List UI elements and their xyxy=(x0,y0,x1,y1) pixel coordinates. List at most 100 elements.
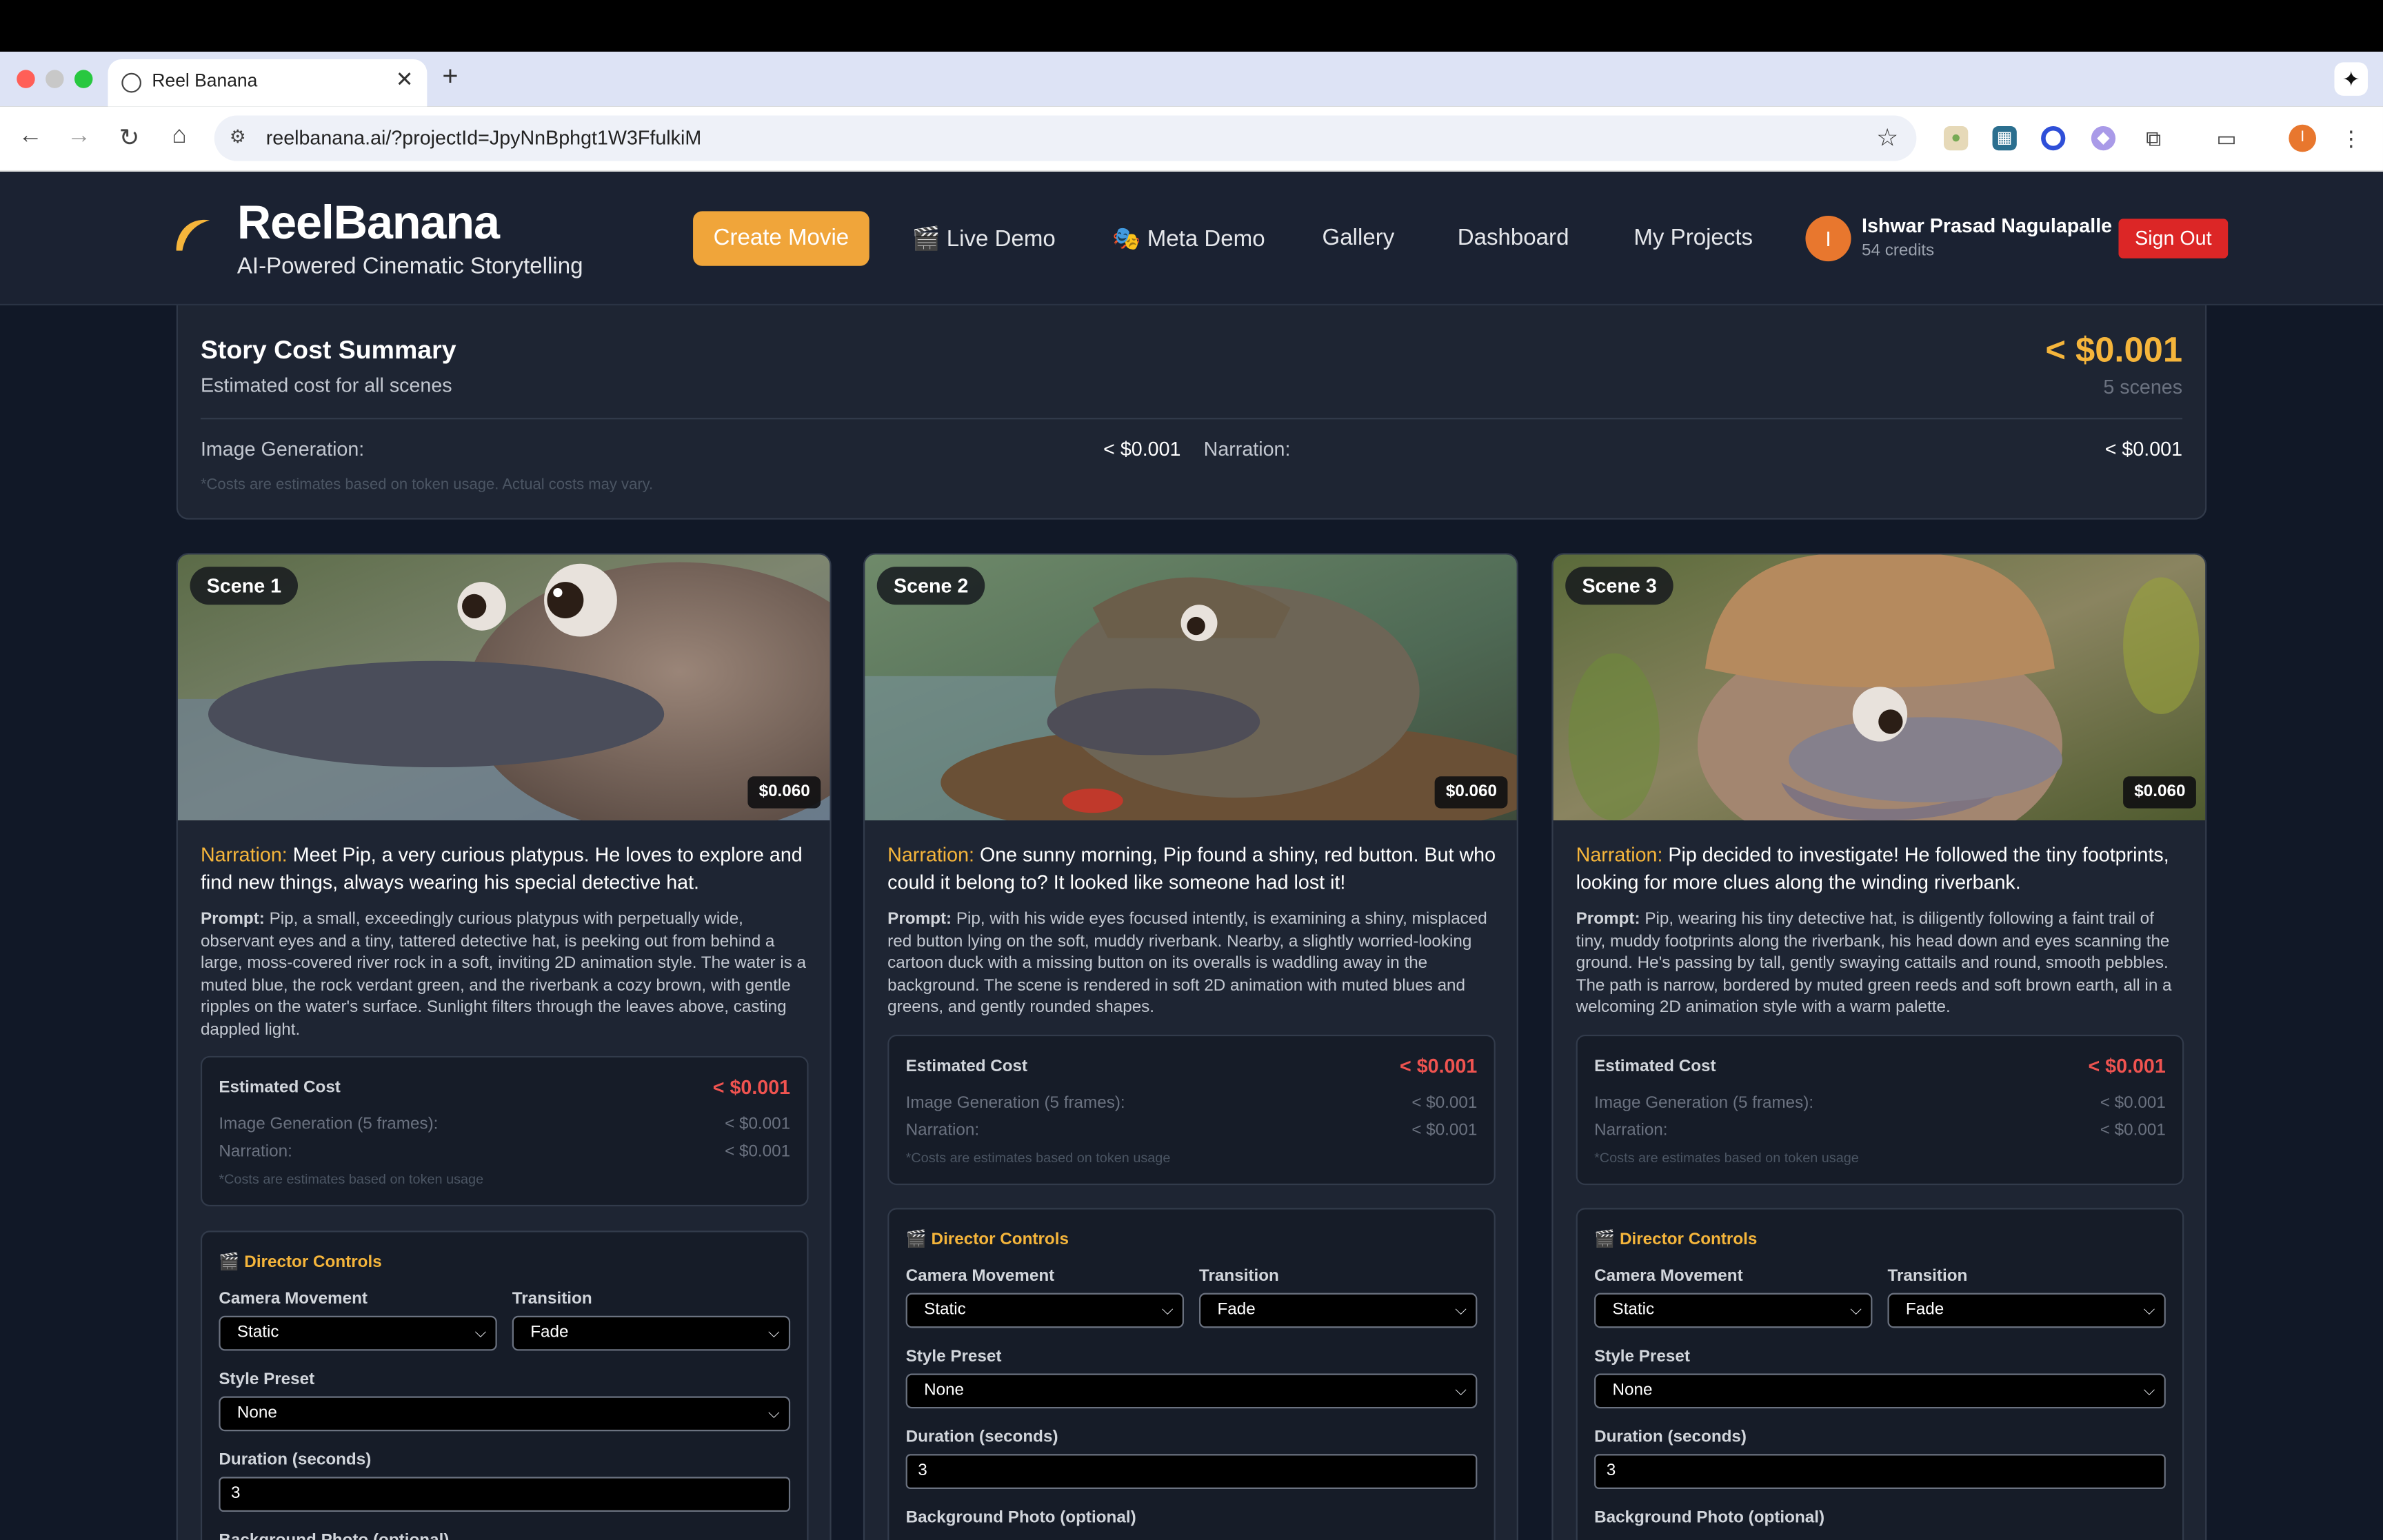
scene-image[interactable]: Scene 1 $0.060 xyxy=(177,554,830,821)
estimated-cost-box: Estimated Cost < $0.001 Image Generation… xyxy=(887,1034,1496,1186)
director-controls: 🎬 Director Controls Camera Movement Stat… xyxy=(887,1208,1496,1540)
extension-1-icon[interactable]: ● xyxy=(1944,125,1969,151)
summary-narration-label: Narration: xyxy=(1203,437,1291,460)
style-value: None xyxy=(1612,1381,1653,1399)
nav-my-projects[interactable]: My Projects xyxy=(1633,225,1753,250)
user-avatar[interactable]: I xyxy=(1805,215,1851,262)
duration-input[interactable]: 3 xyxy=(219,1477,791,1512)
url-text[interactable]: reelbanana.ai/?projectId=JpyNnBphgt1W3Ff… xyxy=(266,126,702,149)
style-value: None xyxy=(237,1404,277,1423)
zoom-window-button[interactable] xyxy=(74,70,93,88)
chevron-down-icon: ⌵ xyxy=(1455,1301,1467,1319)
minimize-window-button[interactable] xyxy=(46,70,64,88)
back-icon[interactable]: ← xyxy=(15,123,46,151)
browser-toolbar: ← → ↻ ⌂ ⚙ reelbanana.ai/?projectId=JpyNn… xyxy=(0,106,2383,172)
style-select[interactable]: None ⌵ xyxy=(905,1373,1478,1409)
scene-prompt: Prompt: Pip, wearing his tiny detective … xyxy=(1576,909,2187,1020)
style-select[interactable]: None ⌵ xyxy=(1594,1373,2166,1409)
cost-total: < $0.001 xyxy=(712,1075,791,1099)
duration-input[interactable]: 3 xyxy=(905,1454,1478,1489)
close-tab-icon[interactable]: ✕ xyxy=(396,67,414,92)
story-cost-summary: Story Cost Summary Estimated cost for al… xyxy=(176,305,2207,520)
nav-meta-demo[interactable]: 🎭 Meta Demo xyxy=(1112,225,1265,252)
camera-select[interactable]: Static ⌵ xyxy=(1594,1293,1873,1328)
style-select[interactable]: None ⌵ xyxy=(219,1396,791,1432)
scene-prompt: Prompt: Pip, with his wide eyes focused … xyxy=(887,909,1498,1020)
cost-note: *Costs are estimates based on token usag… xyxy=(1594,1150,1859,1166)
home-icon[interactable]: ⌂ xyxy=(164,123,194,151)
close-window-button[interactable] xyxy=(17,70,35,88)
transition-select[interactable]: Fade ⌵ xyxy=(1887,1293,2166,1328)
user-credits: 54 credits xyxy=(1861,241,1935,260)
extension-4-icon[interactable]: ◆ xyxy=(2091,125,2116,151)
camera-label: Camera Movement xyxy=(905,1267,1055,1286)
app-header: ReelBanana AI-Powered Cinematic Storytel… xyxy=(0,172,2383,306)
chevron-down-icon: ⌵ xyxy=(2143,1382,2155,1399)
profile-avatar[interactable]: I xyxy=(2289,124,2317,152)
narration-key: Narration: xyxy=(887,843,974,867)
camera-select[interactable]: Static ⌵ xyxy=(219,1315,497,1351)
user-name: Ishwar Prasad Nagulapalle xyxy=(1861,214,2113,237)
side-panel-icon[interactable]: ▭ xyxy=(2214,126,2238,150)
cost-narration-label: Narration: xyxy=(219,1142,292,1161)
scene-card: Scene 1 $0.060 Narration: Meet Pip, a ve… xyxy=(176,553,832,1540)
estimated-cost-box: Estimated Cost < $0.001 Image Generation… xyxy=(1576,1034,2184,1186)
scene-badge: Scene 2 xyxy=(876,567,985,605)
director-title: 🎬 Director Controls xyxy=(1594,1230,1758,1249)
cost-narration-value: < $0.001 xyxy=(2100,1121,2166,1140)
duration-label: Duration (seconds) xyxy=(1594,1428,1747,1447)
chevron-down-icon: ⌵ xyxy=(2143,1301,2155,1319)
nav-live-demo[interactable]: 🎬 Live Demo xyxy=(912,225,1055,252)
reload-icon[interactable]: ↻ xyxy=(114,123,144,154)
site-settings-icon[interactable]: ⚙ xyxy=(230,126,246,148)
transition-select[interactable]: Fade ⌵ xyxy=(1199,1293,1478,1328)
transition-value: Fade xyxy=(1905,1300,1944,1319)
menu-kebab-icon[interactable]: ⋮ xyxy=(2339,126,2363,150)
extensions-puzzle-icon[interactable]: ⧉ xyxy=(2142,126,2166,150)
scene-badge: Scene 1 xyxy=(190,567,299,605)
extension-3-icon[interactable] xyxy=(2041,125,2066,151)
transition-value: Fade xyxy=(530,1323,569,1342)
transition-select[interactable]: Fade ⌵ xyxy=(512,1315,791,1351)
summary-image-label: Image Generation: xyxy=(200,437,365,460)
forward-icon[interactable]: → xyxy=(64,123,94,151)
cost-title: Estimated Cost xyxy=(1594,1057,1716,1076)
cost-image-value: < $0.001 xyxy=(1411,1093,1478,1113)
nav-dashboard[interactable]: Dashboard xyxy=(1458,225,1569,250)
scene-price: $0.060 xyxy=(2123,776,2196,809)
scene-narration: Narration: Meet Pip, a very curious plat… xyxy=(201,842,812,896)
brand-name[interactable]: ReelBanana xyxy=(237,196,500,250)
create-movie-button[interactable]: Create Movie xyxy=(693,211,869,266)
scene-card: Scene 3 $0.060 Narration: Pip decided to… xyxy=(1551,553,2207,1540)
scene-image[interactable]: Scene 2 $0.060 xyxy=(865,554,1517,821)
cost-narration-label: Narration: xyxy=(1594,1121,1668,1140)
screen: Reel Banana ✕ + ✦ ← → ↻ ⌂ ⚙ reelbanana.a… xyxy=(0,0,2383,1540)
scene-image[interactable]: Scene 3 $0.060 xyxy=(1553,554,2206,821)
duration-input[interactable]: 3 xyxy=(1594,1454,2166,1489)
camera-label: Camera Movement xyxy=(219,1290,368,1308)
tab-title: Reel Banana xyxy=(152,70,258,92)
cost-image-label: Image Generation (5 frames): xyxy=(905,1093,1125,1113)
scene-narration: Narration: One sunny morning, Pip found … xyxy=(887,842,1498,896)
director-controls: 🎬 Director Controls Camera Movement Stat… xyxy=(200,1230,809,1540)
extension-2-icon[interactable]: ▦ xyxy=(1992,125,2017,151)
camera-select[interactable]: Static ⌵ xyxy=(905,1293,1184,1328)
sign-out-button[interactable]: Sign Out xyxy=(2118,219,2229,259)
new-tab-icon[interactable]: + xyxy=(442,61,458,92)
gemini-sparkle-icon[interactable]: ✦ xyxy=(2334,62,2368,96)
tab-strip: Reel Banana ✕ xyxy=(0,51,2383,107)
nav-gallery[interactable]: Gallery xyxy=(1323,225,1395,250)
scene-prompt: Prompt: Pip, a small, exceedingly curiou… xyxy=(201,909,812,1042)
style-label: Style Preset xyxy=(219,1370,315,1389)
cost-narration-label: Narration: xyxy=(905,1121,980,1140)
address-bar[interactable]: ⚙ reelbanana.ai/?projectId=JpyNnBphgt1W3… xyxy=(214,115,1917,161)
narration-text: Pip decided to investigate! He followed … xyxy=(1576,843,2169,893)
style-label: Style Preset xyxy=(1594,1348,1690,1366)
cost-note: *Costs are estimates based on token usag… xyxy=(905,1150,1171,1166)
narration-text: One sunny morning, Pip found a shiny, re… xyxy=(887,843,1496,893)
bookmark-star-icon[interactable]: ☆ xyxy=(1876,123,1898,154)
prompt-key: Prompt: xyxy=(1576,910,1640,929)
chevron-down-icon: ⌵ xyxy=(1161,1301,1174,1319)
divider xyxy=(200,418,2183,420)
browser-tab[interactable]: Reel Banana ✕ xyxy=(108,59,428,107)
